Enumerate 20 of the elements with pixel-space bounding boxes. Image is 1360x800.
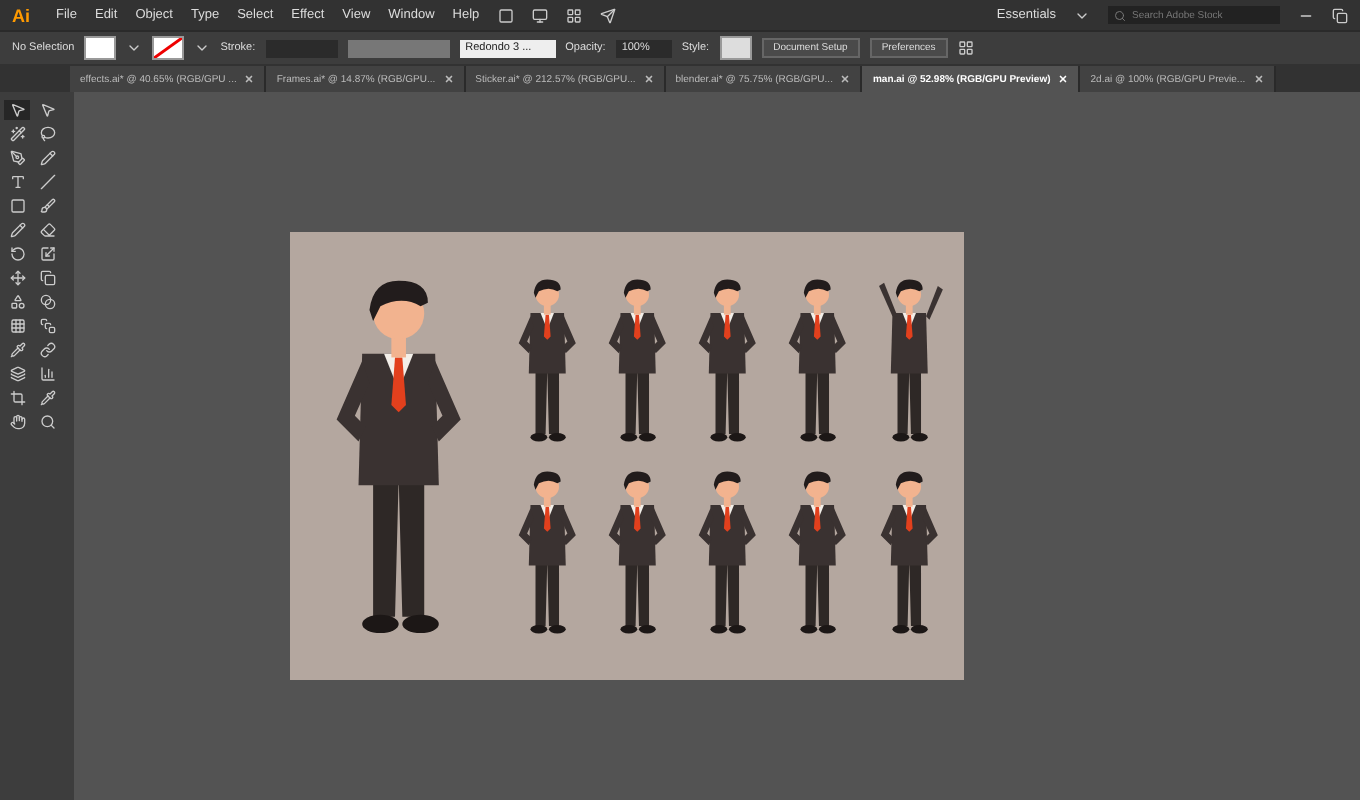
selection-tool-icon[interactable] <box>4 100 30 120</box>
close-icon[interactable] <box>643 74 654 84</box>
square-icon <box>497 7 514 23</box>
monitor-icon <box>531 7 548 23</box>
app-logo: Ai <box>12 5 30 25</box>
close-icon[interactable] <box>1253 74 1264 84</box>
restore-icon <box>1332 7 1348 23</box>
fill-swatch[interactable] <box>84 36 117 60</box>
arrange-icon <box>957 40 974 56</box>
close-icon[interactable] <box>840 74 851 84</box>
style-swatch[interactable] <box>719 36 752 60</box>
close-icon[interactable] <box>443 74 454 84</box>
chevron-down-icon <box>194 40 211 56</box>
chevron-down-icon <box>126 40 143 56</box>
send-icon <box>599 7 616 23</box>
stroke-swatch[interactable] <box>152 36 185 60</box>
search-icon <box>1114 9 1126 21</box>
close-icon[interactable] <box>244 74 255 84</box>
layout-icon <box>565 7 582 23</box>
variable-width-field[interactable] <box>347 39 450 57</box>
